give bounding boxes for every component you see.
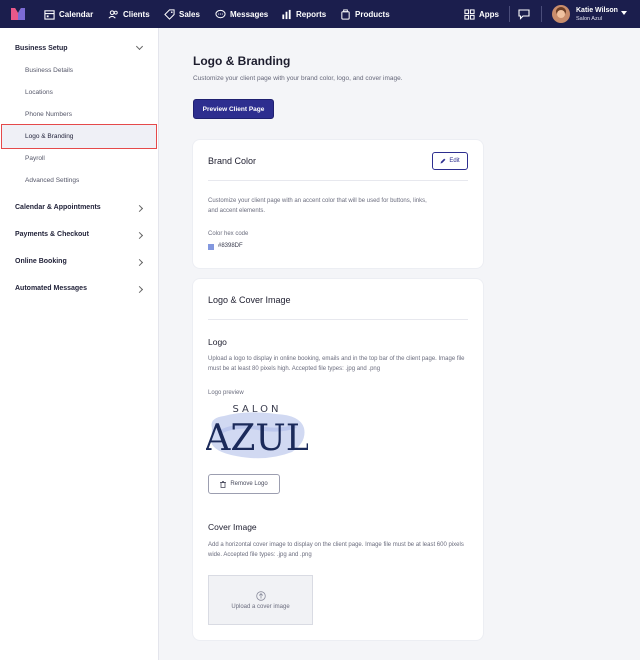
top-nav: Calendar Clients Sales Messages Reports …	[0, 0, 640, 28]
logo-description: Upload a logo to display in online booki…	[208, 356, 465, 372]
avatar[interactable]	[552, 5, 570, 23]
logo-heading: Logo	[208, 337, 227, 347]
chevron-right-icon[interactable]	[135, 231, 144, 240]
sidebar-item-label: Logo & Branding	[25, 133, 74, 140]
logo-cover-heading: Logo & Cover Image	[208, 295, 291, 305]
tag-icon	[164, 8, 175, 20]
user-salon: Salon Azul	[576, 16, 602, 22]
nav-divider	[509, 6, 510, 22]
sidebar-section-payments-checkout[interactable]: Payments & Checkout	[15, 231, 89, 238]
preview-client-page-button[interactable]: Preview Client Page	[193, 99, 274, 119]
nav-calendar[interactable]: Calendar	[44, 0, 93, 28]
nav-sales[interactable]: Sales	[164, 0, 200, 28]
chat-icon[interactable]	[518, 8, 530, 20]
hex-code-label: Color hex code	[208, 231, 249, 237]
nav-products[interactable]: Products	[340, 0, 390, 28]
sidebar-item-logo-branding[interactable]: Logo & Branding	[1, 124, 157, 149]
pencil-icon	[440, 158, 446, 164]
brand-color-heading: Brand Color	[208, 156, 257, 166]
sidebar-section-online-booking[interactable]: Online Booking	[15, 258, 67, 265]
chevron-right-icon[interactable]	[135, 258, 144, 267]
nav-label: Calendar	[59, 9, 94, 19]
edit-brand-color-button[interactable]: Edit	[432, 152, 468, 170]
app-logo-icon[interactable]	[10, 7, 26, 21]
chevron-down-icon[interactable]	[135, 42, 144, 51]
divider	[208, 319, 468, 320]
calendar-icon	[44, 9, 55, 20]
trash-icon	[220, 480, 227, 488]
brand-color-description: Customize your client page with an accen…	[208, 198, 427, 214]
remove-logo-button[interactable]: Remove Logo	[208, 474, 280, 494]
sidebar-section-automated-messages[interactable]: Automated Messages	[15, 285, 87, 292]
nav-label: Clients	[123, 9, 150, 19]
caret-down-icon[interactable]	[621, 11, 627, 15]
edit-label: Edit	[449, 158, 460, 164]
logo-text-salon: SALON	[233, 404, 282, 415]
nav-messages[interactable]: Messages	[215, 0, 268, 28]
clients-icon	[108, 9, 118, 19]
user-name: Katie Wilson	[576, 7, 618, 14]
upload-cover-label: Upload a cover image	[231, 603, 290, 610]
messages-icon	[215, 9, 226, 18]
nav-label: Reports	[296, 9, 327, 19]
cover-image-heading: Cover Image	[208, 522, 257, 532]
sidebar-section-calendar-appointments[interactable]: Calendar & Appointments	[15, 204, 101, 211]
page-title: Logo & Branding	[193, 54, 291, 68]
nav-label: Messages	[230, 9, 269, 19]
logo-preview-label: Logo preview	[208, 390, 244, 396]
logo-preview-image: SALON AZUL	[206, 404, 308, 459]
chevron-right-icon[interactable]	[135, 204, 144, 213]
sidebar-item-locations[interactable]: Locations	[25, 89, 53, 96]
sidebar-section-business-setup[interactable]: Business Setup	[15, 45, 68, 52]
page-subtitle: Customize your client page with your bra…	[193, 75, 403, 82]
remove-logo-label: Remove Logo	[230, 481, 268, 487]
nav-reports[interactable]: Reports	[281, 0, 326, 28]
nav-label: Sales	[179, 9, 200, 19]
sidebar-item-phone-numbers[interactable]: Phone Numbers	[25, 111, 72, 118]
logo-text-azul: AZUL	[206, 418, 308, 459]
divider	[208, 180, 468, 181]
nav-clients[interactable]: Clients	[108, 0, 150, 28]
settings-sidebar: Business Setup Business Details Location…	[0, 28, 159, 660]
hex-code-value: #8398DF	[218, 243, 243, 249]
sidebar-item-payroll[interactable]: Payroll	[25, 155, 45, 162]
sidebar-item-advanced-settings[interactable]: Advanced Settings	[25, 177, 79, 184]
product-icon	[341, 8, 350, 20]
upload-icon	[255, 590, 266, 601]
nav-label: Products	[355, 9, 390, 19]
nav-divider	[541, 6, 542, 22]
bar-chart-icon	[282, 9, 291, 19]
chevron-right-icon[interactable]	[135, 285, 144, 294]
color-swatch	[208, 244, 214, 250]
apps-grid-icon	[464, 8, 475, 20]
nav-apps[interactable]: Apps	[464, 0, 499, 28]
nav-label: Apps	[479, 9, 499, 19]
cover-image-description: Add a horizontal cover image to display …	[208, 542, 464, 558]
upload-cover-image-dropzone[interactable]: Upload a cover image	[208, 575, 313, 625]
sidebar-item-business-details[interactable]: Business Details	[25, 67, 73, 74]
